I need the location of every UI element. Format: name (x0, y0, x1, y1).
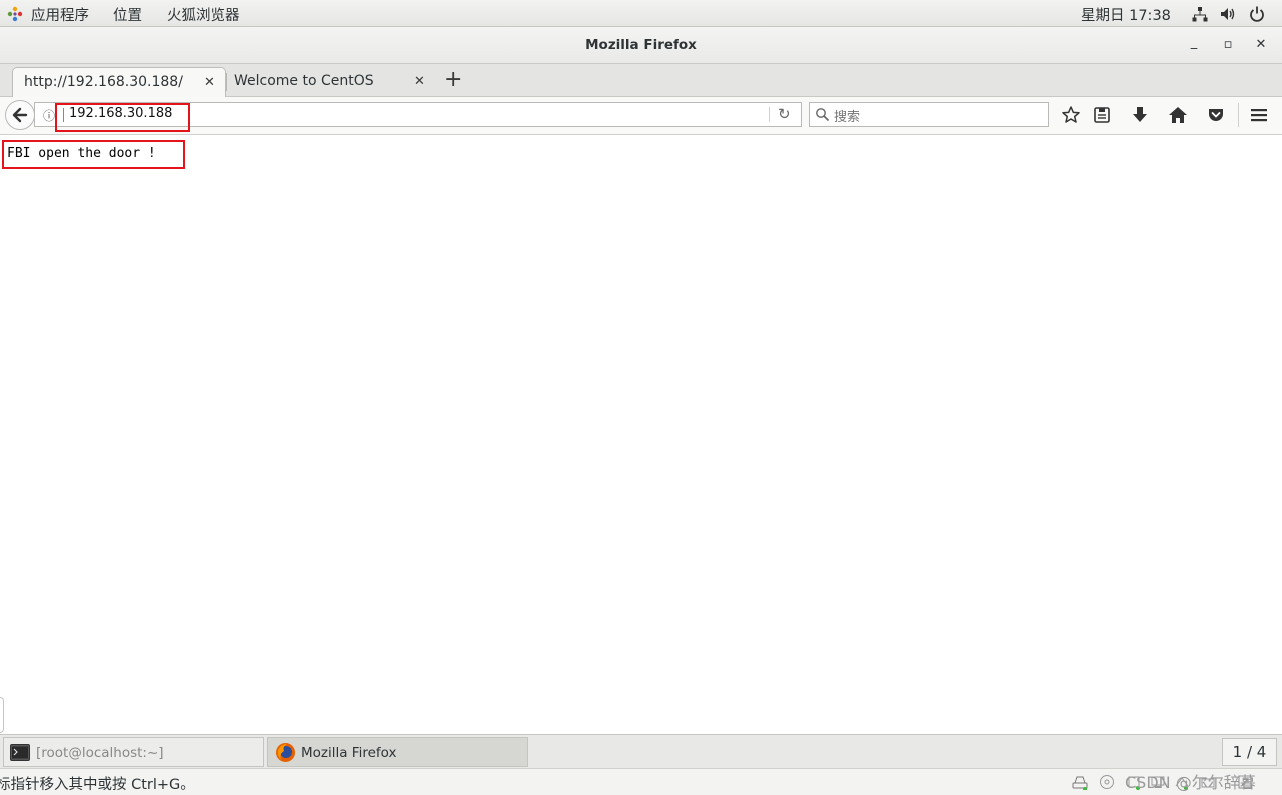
reload-button[interactable]: ↻ (778, 105, 791, 123)
status-bar: 标指针移入其中或按 Ctrl+G。 CSDN @尔尔辞暮 (0, 768, 1282, 795)
workspace-switcher[interactable]: 1 / 4 (1222, 738, 1277, 766)
taskbar-label: [root@localhost:~] (36, 745, 164, 761)
network-icon[interactable] (1191, 5, 1209, 23)
bookmarks-menu-icon[interactable] (1092, 105, 1112, 125)
back-button[interactable] (5, 100, 35, 130)
tab-close-button[interactable]: ✕ (204, 75, 215, 90)
pocket-icon[interactable] (1206, 105, 1226, 125)
text-highlight-box (2, 140, 185, 169)
tab-title: Welcome to CentOS (234, 73, 374, 89)
applications-menu[interactable]: 应用程序 (31, 4, 89, 25)
firefox-app-menu[interactable]: 火狐浏览器 (167, 4, 240, 25)
window-title: Mozilla Firefox (585, 37, 697, 53)
tab-192-168-30-188[interactable]: http://192.168.30.188/ ✕ (12, 67, 226, 97)
toolbar-separator (1238, 103, 1239, 127)
apps-menu-icon[interactable] (7, 6, 23, 22)
tab-welcome-to-centos[interactable]: Welcome to CentOS ✕ (227, 67, 433, 97)
tab-strip: http://192.168.30.188/ ✕ Welcome to Cent… (0, 64, 1282, 97)
search-bar[interactable]: 搜索 (809, 102, 1049, 127)
disk-drive-icon[interactable] (1072, 774, 1088, 790)
site-info-icon[interactable]: ⓘ (43, 107, 55, 124)
downloads-icon[interactable] (1130, 105, 1150, 125)
places-menu[interactable]: 位置 (113, 4, 142, 25)
taskbar-item-terminal[interactable]: [root@localhost:~] (3, 737, 264, 767)
search-placeholder: 搜索 (834, 110, 861, 125)
url-highlight-box (55, 103, 190, 132)
taskbar-item-firefox[interactable]: Mozilla Firefox (267, 737, 528, 767)
hamburger-menu-icon[interactable] (1249, 105, 1269, 125)
back-arrow-icon (12, 107, 28, 123)
bottom-taskbar: [root@localhost:~] Mozilla Firefox 1 / 4 (0, 734, 1282, 768)
home-icon[interactable] (1168, 105, 1188, 125)
bookmark-star-icon[interactable] (1061, 105, 1081, 125)
maximize-button[interactable]: ▫ (1220, 37, 1236, 53)
new-tab-button[interactable]: + (444, 68, 462, 92)
minimize-button[interactable]: _ (1186, 35, 1202, 51)
power-icon[interactable] (1248, 5, 1266, 23)
page-content: FBI open the door ! (0, 136, 1282, 734)
close-window-button[interactable]: ✕ (1253, 37, 1269, 53)
panel-edge (0, 697, 4, 733)
search-icon (816, 108, 830, 122)
taskbar-label: Mozilla Firefox (301, 745, 397, 761)
clock[interactable]: 星期日 17:38 (1081, 4, 1171, 25)
navigation-toolbar: ⓘ 192.168.30.188 ↻ 搜索 (0, 97, 1282, 135)
csdn-watermark: CSDN @尔尔辞暮 (1125, 773, 1256, 792)
volume-icon[interactable] (1219, 5, 1237, 23)
gnome-top-bar: 应用程序 位置 火狐浏览器 星期日 17:38 (0, 0, 1282, 27)
window-titlebar[interactable]: Mozilla Firefox _ ▫ ✕ (0, 27, 1282, 64)
url-separator (769, 107, 770, 122)
tab-close-button[interactable]: ✕ (414, 74, 425, 89)
status-hint-text: 标指针移入其中或按 Ctrl+G。 (0, 777, 195, 793)
terminal-icon (10, 744, 30, 761)
firefox-logo-icon (276, 743, 295, 762)
optical-disc-icon[interactable] (1099, 774, 1115, 790)
tab-title: http://192.168.30.188/ (24, 74, 183, 90)
